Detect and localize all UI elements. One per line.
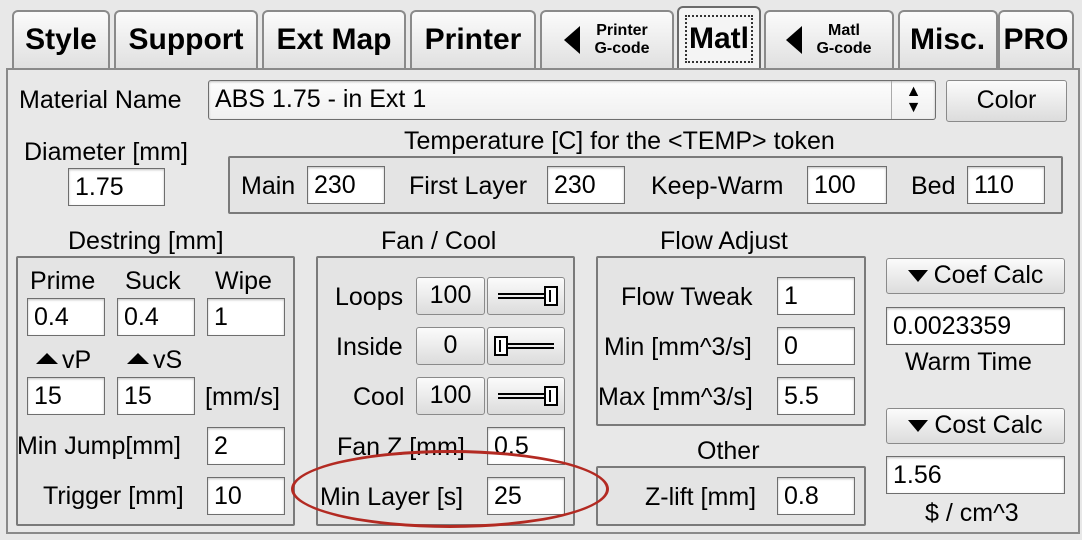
tab-printer-gcode[interactable]: Printer G-code xyxy=(540,10,674,68)
coef-calc-button[interactable]: Coef Calc xyxy=(886,258,1065,294)
vs-input[interactable]: 15 xyxy=(117,377,195,415)
destring-title: Destring [mm] xyxy=(68,227,224,255)
flow-min-input[interactable]: 0 xyxy=(777,327,855,365)
tab-label: PRO xyxy=(1003,23,1069,56)
cool-slider[interactable] xyxy=(487,377,565,415)
prime-label: Prime xyxy=(30,267,96,295)
color-button[interactable]: Color xyxy=(946,80,1067,122)
min-jump-input[interactable]: 2 xyxy=(207,427,285,465)
tab-matl[interactable]: Matl xyxy=(677,6,761,70)
loops-label: Loops xyxy=(335,283,404,311)
temp-bed-input[interactable]: 110 xyxy=(967,166,1045,204)
cost-value-input[interactable]: 1.56 xyxy=(886,456,1065,494)
tab-label-line1: Printer xyxy=(596,22,648,39)
material-name-label: Material Name xyxy=(19,86,182,114)
tab-printer[interactable]: Printer xyxy=(410,10,536,68)
wipe-label: Wipe xyxy=(215,267,272,295)
inside-label: Inside xyxy=(336,333,403,361)
wipe-input[interactable]: 1 xyxy=(207,298,285,336)
cool-value[interactable]: 100 xyxy=(416,377,485,415)
triangle-up-icon xyxy=(36,352,58,364)
triangle-down-icon xyxy=(907,270,928,283)
tab-label: Printer xyxy=(424,23,522,56)
flow-adjust-title: Flow Adjust xyxy=(660,227,788,255)
material-name-select[interactable]: ABS 1.75 - in Ext 1 ▲ ▼ xyxy=(208,80,936,120)
trigger-label: Trigger [mm] xyxy=(43,482,184,510)
tab-label: Ext Map xyxy=(276,23,392,56)
coef-value-input[interactable]: 0.0023359 xyxy=(886,307,1065,345)
vp-input[interactable]: 15 xyxy=(27,377,105,415)
material-name-value: ABS 1.75 - in Ext 1 xyxy=(215,85,427,113)
collapse-arrow-icon xyxy=(564,26,581,54)
highlight-annotation xyxy=(291,450,609,528)
tab-label-line2: G-code xyxy=(594,40,650,57)
cost-calc-button[interactable]: Cost Calc xyxy=(886,408,1065,444)
temp-bed-label: Bed xyxy=(911,172,956,200)
tab-support[interactable]: Support xyxy=(114,10,258,68)
tab-label: Support xyxy=(128,23,244,56)
other-title: Other xyxy=(697,437,760,465)
tab-matl-gcode[interactable]: Matl G-code xyxy=(764,10,894,68)
suck-input[interactable]: 0.4 xyxy=(117,298,195,336)
vp-label: vP xyxy=(36,344,91,376)
temp-main-input[interactable]: 230 xyxy=(307,166,385,204)
tab-label: Misc. xyxy=(910,23,986,56)
inside-value[interactable]: 0 xyxy=(416,327,485,365)
diameter-input[interactable]: 1.75 xyxy=(68,168,165,206)
flow-min-label: Min [mm^3/s] xyxy=(604,333,752,361)
flow-tweak-input[interactable]: 1 xyxy=(777,277,855,315)
temp-keep-warm-input[interactable]: 100 xyxy=(807,166,887,204)
temp-first-layer-input[interactable]: 230 xyxy=(547,166,625,204)
vs-label: vS xyxy=(127,344,182,376)
cool-label: Cool xyxy=(353,383,405,411)
tab-ext-map[interactable]: Ext Map xyxy=(262,10,406,68)
cost-unit-label: $ / cm^3 xyxy=(925,499,1019,527)
speed-unit-label: [mm/s] xyxy=(205,383,280,411)
temp-first-layer-label: First Layer xyxy=(409,172,528,200)
flow-max-input[interactable]: 5.5 xyxy=(777,377,855,415)
min-jump-label: Min Jump[mm] xyxy=(17,432,181,460)
select-stepper-icon: ▲ ▼ xyxy=(891,81,935,119)
tab-label: Style xyxy=(25,23,97,56)
trigger-input[interactable]: 10 xyxy=(207,477,285,515)
flow-tweak-label: Flow Tweak xyxy=(621,283,753,311)
tab-label: Matl xyxy=(685,15,753,63)
loops-slider[interactable] xyxy=(487,277,565,315)
prime-input[interactable]: 0.4 xyxy=(27,298,105,336)
triangle-down-icon xyxy=(908,420,929,433)
suck-label: Suck xyxy=(125,267,181,295)
diameter-label: Diameter [mm] xyxy=(24,138,188,166)
temperature-title: Temperature [C] for the <TEMP> token xyxy=(404,127,835,155)
fan-cool-title: Fan / Cool xyxy=(381,227,497,255)
loops-value[interactable]: 100 xyxy=(416,277,485,315)
temp-main-label: Main xyxy=(241,172,296,200)
flow-max-label: Max [mm^3/s] xyxy=(598,383,753,411)
triangle-up-icon xyxy=(127,352,149,364)
tab-misc[interactable]: Misc. xyxy=(898,10,998,68)
collapse-arrow-icon xyxy=(786,26,803,54)
tab-label-line1: Matl xyxy=(828,22,860,39)
warm-time-label: Warm Time xyxy=(905,348,1032,376)
inside-slider[interactable] xyxy=(487,327,565,365)
tab-pro[interactable]: PRO xyxy=(998,10,1074,68)
tab-style[interactable]: Style xyxy=(12,10,110,68)
z-lift-input[interactable]: 0.8 xyxy=(777,477,855,515)
tab-label-line2: G-code xyxy=(816,40,872,57)
temp-keep-warm-label: Keep-Warm xyxy=(651,172,784,200)
z-lift-label: Z-lift [mm] xyxy=(645,483,757,511)
